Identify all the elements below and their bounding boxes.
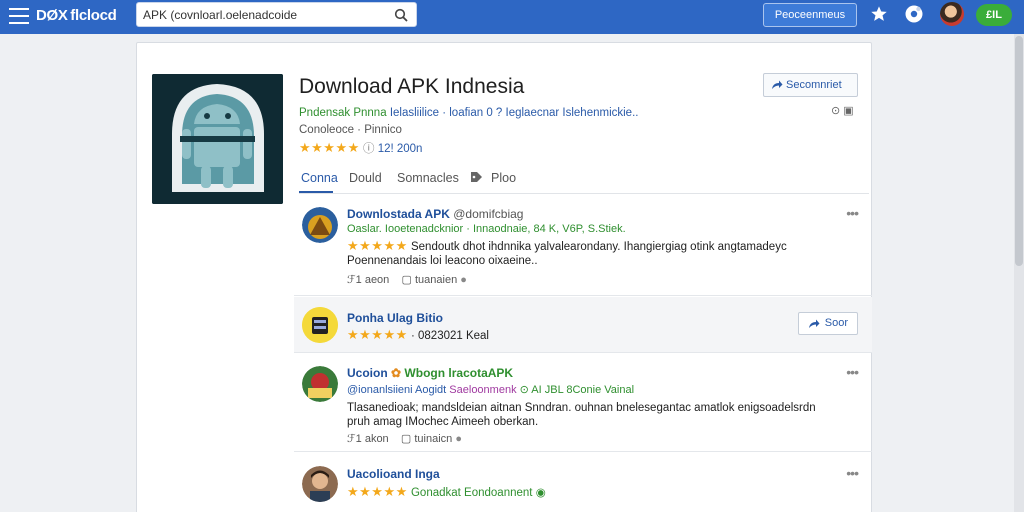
post-stars: ★★★★★ bbox=[347, 484, 408, 499]
subscribe-label: Secomnriet bbox=[786, 79, 842, 91]
site-logo[interactable]: DØX flclocd bbox=[36, 7, 117, 24]
post-author[interactable]: Ucoion ✿ Wbogn lracotaAPK bbox=[347, 366, 513, 380]
page-scrollbar[interactable] bbox=[1014, 34, 1024, 512]
meta-handle: @ionanlsiieni Aogidt bbox=[347, 384, 447, 396]
app-title: Download APK Indnesia bbox=[299, 75, 525, 98]
search-input[interactable] bbox=[143, 6, 388, 24]
tab-dould[interactable]: Dould bbox=[349, 171, 382, 185]
post-stars: ★★★★★ bbox=[347, 327, 408, 342]
see-label: Soor bbox=[824, 317, 848, 329]
android-robot-icon bbox=[152, 74, 283, 204]
tab-conna[interactable]: Conna bbox=[301, 171, 338, 185]
post-content: ★★★★★ Gonadkat Eondoannent ◉ bbox=[347, 485, 837, 500]
tab-somnacles[interactable]: Somnacles bbox=[397, 171, 459, 185]
feed-item: Ucoion ✿ Wbogn lracotaAPK @ionanlsiieni … bbox=[294, 354, 872, 452]
feed-item-promoted: Ponha Ulag Bitio ★★★★★ · 0823021 Keal So… bbox=[294, 297, 872, 353]
post-meta: Gonadkat Eondoannent bbox=[410, 487, 533, 499]
star-icon[interactable] bbox=[870, 5, 888, 23]
post-stars: ★★★★★ bbox=[347, 238, 408, 253]
author-name: Downlostada APK bbox=[347, 207, 450, 221]
author-title: Wbogn lracotaAPK bbox=[404, 366, 514, 380]
app-icon bbox=[152, 74, 283, 204]
app-developer[interactable]: Conoleoce · Pinnico bbox=[299, 124, 402, 136]
author-name: Ucoion bbox=[347, 366, 388, 380]
comment-action[interactable]: ▢ tuinaicn bbox=[401, 433, 452, 445]
more-options-icon[interactable]: ••• bbox=[846, 205, 859, 221]
status-badge[interactable]: £IL bbox=[976, 4, 1012, 26]
post-avatar[interactable] bbox=[302, 207, 338, 243]
info-icon: ⓘ bbox=[362, 143, 375, 155]
reply-action[interactable]: ℱ1 akon bbox=[347, 433, 389, 445]
meta-extra: ⊙ AI JBL 8Conie Vainal bbox=[519, 384, 635, 396]
rating-stars: ★★★★★ bbox=[299, 140, 360, 155]
post-author[interactable]: Uacolioand Inga bbox=[347, 467, 440, 481]
tagline-blue: Ielasliilice · loafian 0 ? Ieglaecnar Is… bbox=[389, 107, 639, 119]
tag-icon bbox=[471, 172, 482, 182]
feed-item: Downlostada APK @domifcbiag Oaslar. Iooe… bbox=[294, 196, 872, 296]
more-circle-icon[interactable]: ● bbox=[460, 274, 467, 286]
post-meta: Oaslar. Iooetenadcknior · Innaodnaie, 84… bbox=[347, 223, 626, 235]
post-text: Sendoutk dhot ihdnnika yalvalearondany. … bbox=[347, 241, 787, 267]
search-icon[interactable] bbox=[394, 8, 408, 22]
header-primary-button[interactable]: Peoceenmeus bbox=[763, 3, 857, 27]
share-icons[interactable]: ⊙ ▣ bbox=[831, 104, 854, 117]
active-tab-indicator bbox=[299, 191, 333, 193]
more-circle-icon[interactable]: ● bbox=[455, 433, 462, 445]
subscribe-button[interactable]: Secomnriet bbox=[763, 73, 858, 97]
post-author[interactable]: Ponha Ulag Bitio bbox=[347, 311, 443, 325]
post-avatar[interactable] bbox=[302, 307, 338, 343]
author-handle: @domifcbiag bbox=[453, 207, 524, 221]
see-button[interactable]: Soor bbox=[798, 312, 858, 335]
search-box[interactable] bbox=[136, 2, 417, 27]
tagline-green: Pndensak Pnnna bbox=[299, 107, 387, 119]
more-options-icon[interactable]: ••• bbox=[846, 364, 859, 380]
gear-icon[interactable] bbox=[904, 4, 924, 24]
menu-icon[interactable] bbox=[9, 8, 29, 24]
post-author[interactable]: Downlostada APK @domifcbiag bbox=[347, 207, 523, 221]
meta-category: Saeloonmenk bbox=[449, 384, 517, 396]
post-avatar[interactable] bbox=[302, 366, 338, 402]
reply-action[interactable]: ℱ1 aeon bbox=[347, 274, 389, 286]
app-tagline: Pndensak Pnnna Ielasliilice · loafian 0 … bbox=[299, 107, 638, 119]
tab-ploo[interactable]: Ploo bbox=[491, 171, 516, 185]
main-card: Download APK Indnesia Secomnriet ⊙ ▣ Pnd… bbox=[136, 42, 872, 512]
top-navigation-bar: DØX flclocd Peoceenmeus £IL bbox=[0, 0, 1024, 34]
share-arrow-icon bbox=[809, 319, 820, 328]
comment-action[interactable]: ▢ tuanaien bbox=[402, 274, 458, 286]
verified-icon: ◉ bbox=[535, 487, 546, 499]
user-avatar[interactable] bbox=[940, 2, 964, 26]
post-meta: · 0823021 Keal bbox=[410, 330, 489, 342]
post-meta: @ionanlsiieni Aogidt Saeloonmenk ⊙ AI JB… bbox=[347, 383, 634, 396]
post-text: Tlasanedioak; mandsldeian aitnan Snndran… bbox=[347, 402, 816, 428]
scrollbar-thumb[interactable] bbox=[1015, 36, 1023, 266]
post-avatar[interactable] bbox=[302, 466, 338, 502]
more-options-icon[interactable]: ••• bbox=[846, 465, 859, 481]
post-actions: ℱ1 aeon ▢ tuanaien ● bbox=[347, 273, 467, 286]
post-content: ★★★★★ Sendoutk dhot ihdnnika yalvalearon… bbox=[347, 239, 837, 268]
post-actions: ℱ1 akon ▢ tuinaicn ● bbox=[347, 432, 462, 445]
share-arrow-icon bbox=[772, 80, 783, 89]
app-rating: ★★★★★ ⓘ 12! 200n bbox=[299, 140, 422, 156]
post-content: ★★★★★ · 0823021 Keal bbox=[347, 328, 837, 343]
tab-bar: Conna Dould Somnacles Ploo bbox=[299, 167, 869, 194]
rating-count: 12! 200n bbox=[377, 143, 423, 155]
medal-icon: ✿ bbox=[391, 366, 402, 380]
feed-item: Uacolioand Inga ★★★★★ Gonadkat Eondoanne… bbox=[294, 453, 872, 512]
